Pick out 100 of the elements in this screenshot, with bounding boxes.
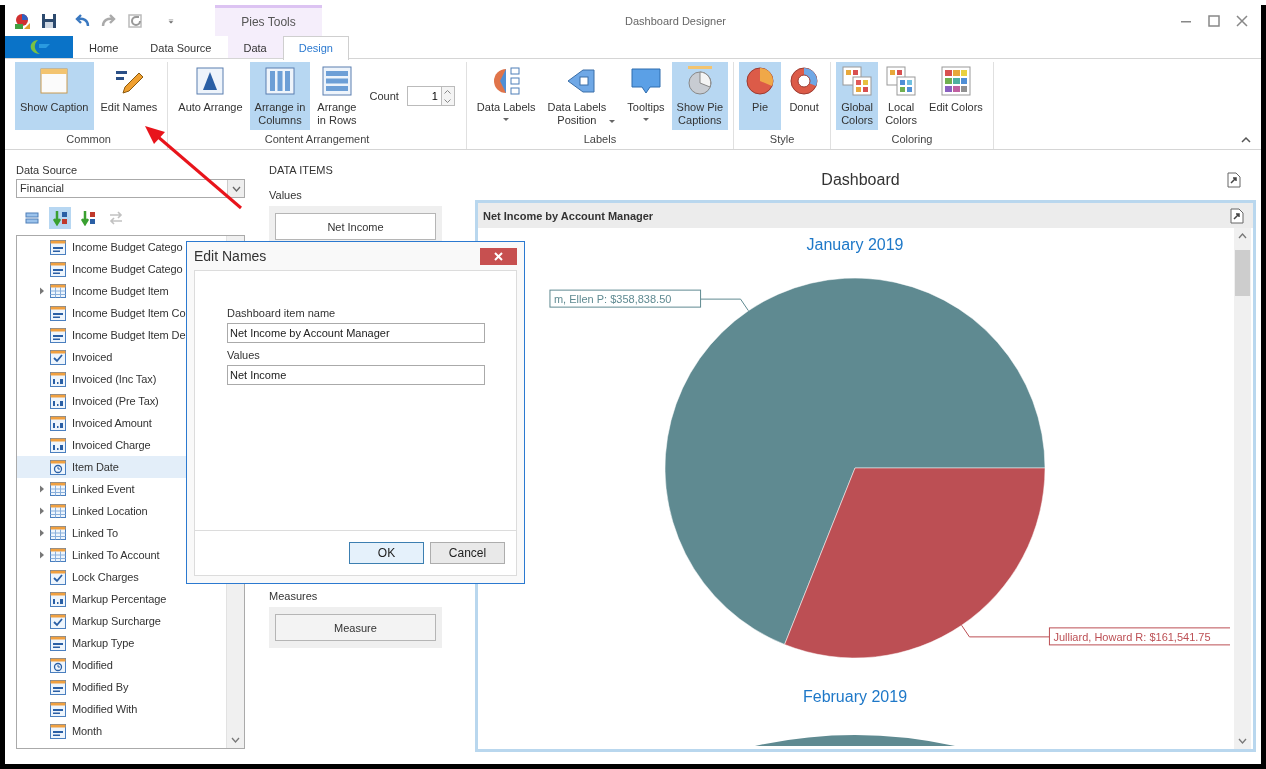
window-title: Dashboard Designer bbox=[624, 14, 727, 27]
data-source-combo[interactable]: Financial bbox=[16, 179, 245, 198]
data-item-button[interactable]: Net Income bbox=[275, 213, 436, 240]
chart-title: February 2019 bbox=[802, 688, 908, 705]
expand-arrow-icon[interactable] bbox=[38, 551, 46, 559]
item-caption: Net Income by Account Manager bbox=[483, 209, 655, 222]
toolbar-button[interactable] bbox=[49, 207, 71, 229]
text-field-icon bbox=[50, 261, 66, 277]
text-field-icon bbox=[50, 327, 66, 343]
ribbon-tab[interactable]: Data bbox=[227, 36, 283, 58]
spin-up-icon[interactable] bbox=[444, 89, 452, 94]
app-menu-button[interactable] bbox=[5, 36, 73, 58]
expand-arrow-icon[interactable] bbox=[38, 529, 46, 537]
section-label: Measures bbox=[269, 590, 319, 602]
data-label: Julliard, Howard R: $161,541.75 bbox=[1048, 627, 1230, 646]
dialog-button[interactable]: OK bbox=[349, 542, 424, 564]
ribbon-button[interactable]: Show Caption bbox=[15, 62, 94, 130]
tree-item[interactable]: Invoiced (Pre Tax) bbox=[17, 390, 226, 412]
ribbon-button[interactable]: Pie bbox=[739, 62, 782, 130]
count-label: Count bbox=[369, 89, 399, 104]
clock-field-icon bbox=[50, 459, 66, 475]
collapse-ribbon-icon[interactable] bbox=[1241, 136, 1251, 143]
number-field-icon bbox=[50, 591, 66, 607]
window-icon bbox=[38, 65, 71, 97]
tree-item[interactable]: Linked Location bbox=[17, 500, 226, 522]
collapse-icon bbox=[24, 210, 40, 226]
ribbon-button[interactable]: Edit Colors bbox=[924, 62, 988, 130]
scrollbar[interactable] bbox=[1234, 228, 1251, 749]
tree-item[interactable]: Invoiced bbox=[17, 346, 226, 368]
tree-item[interactable]: Linked Event bbox=[17, 478, 226, 500]
table-icon bbox=[50, 525, 66, 541]
data-item-button[interactable]: Measure bbox=[275, 614, 436, 641]
tree-item[interactable]: Markup Type bbox=[17, 632, 226, 654]
data-source-label: Data Source bbox=[16, 164, 79, 176]
chevron-down-icon[interactable] bbox=[231, 185, 241, 192]
tree-item[interactable]: Linked To Account bbox=[17, 544, 226, 566]
tree-item[interactable]: Income Budget Item Co bbox=[17, 302, 226, 324]
context-tab-header: Pies Tools bbox=[215, 5, 322, 36]
expand-arrow-icon[interactable] bbox=[38, 507, 46, 515]
tree-item[interactable]: Modified bbox=[17, 654, 226, 676]
maximize-icon[interactable] bbox=[1207, 13, 1221, 28]
text-field-icon bbox=[50, 635, 66, 651]
palette-grid-icon bbox=[939, 65, 972, 97]
ribbon-button[interactable]: Show Pie Captions bbox=[671, 62, 729, 130]
tree-item[interactable]: Invoiced (Inc Tax) bbox=[17, 368, 226, 390]
tree-item[interactable]: Modified By bbox=[17, 676, 226, 698]
data-label: m, Ellen P: $358,838.50 bbox=[553, 293, 672, 306]
export-icon[interactable] bbox=[1226, 172, 1242, 188]
ribbon-button[interactable]: Local Colors bbox=[880, 62, 923, 130]
tree-item[interactable]: Income Budget Item De bbox=[17, 324, 226, 346]
number-field-icon bbox=[50, 371, 66, 387]
ribbon-button[interactable]: Arrange in Columns bbox=[249, 62, 311, 130]
tree-item[interactable]: Lock Charges bbox=[17, 566, 226, 588]
close-button[interactable] bbox=[480, 247, 517, 265]
table-icon bbox=[50, 481, 66, 497]
ribbon-button[interactable]: Donut bbox=[783, 62, 826, 130]
scroll-down-icon[interactable] bbox=[231, 737, 240, 743]
tree-item[interactable]: Markup Surcharge bbox=[17, 610, 226, 632]
ribbon-tab[interactable]: Data Source bbox=[134, 36, 228, 58]
ribbon-button[interactable]: Data Labels bbox=[471, 62, 541, 130]
spin-down-icon[interactable] bbox=[444, 98, 452, 103]
tree-item[interactable]: Income Budget Item bbox=[17, 280, 226, 302]
dashboard-title: Dashboard bbox=[820, 171, 901, 189]
expand-arrow-icon[interactable] bbox=[38, 287, 46, 295]
count-field[interactable]: 1 bbox=[406, 86, 441, 106]
ribbon-button[interactable]: Edit Names bbox=[95, 62, 163, 130]
scroll-down-icon[interactable] bbox=[1238, 738, 1247, 744]
ribbon-button[interactable]: Arrange in Rows bbox=[312, 62, 362, 130]
tree-item[interactable]: Invoiced Amount bbox=[17, 412, 226, 434]
ribbon-button[interactable]: Data Labels Position bbox=[542, 62, 621, 130]
dialog-button[interactable]: Cancel bbox=[430, 542, 505, 564]
text-field[interactable]: Net Income by Account Manager bbox=[227, 323, 485, 343]
export-icon[interactable] bbox=[1229, 207, 1245, 224]
ribbon-button[interactable]: Auto Arrange bbox=[173, 62, 248, 130]
tree-item[interactable]: Markup Percentage bbox=[17, 588, 226, 610]
app-icon[interactable] bbox=[13, 11, 31, 30]
clock-field-icon bbox=[50, 657, 66, 673]
number-field-icon bbox=[50, 415, 66, 431]
ribbon-tab[interactable]: Home bbox=[73, 36, 135, 58]
tree-item[interactable]: Linked To bbox=[17, 522, 226, 544]
save-icon[interactable] bbox=[40, 11, 58, 30]
field-label: Values bbox=[227, 349, 261, 361]
close-icon[interactable] bbox=[1235, 13, 1249, 28]
number-field-icon bbox=[50, 437, 66, 453]
ribbon-tab[interactable]: Design bbox=[282, 36, 349, 60]
ribbon-button[interactable]: Tooltips bbox=[622, 62, 670, 130]
refresh-icon[interactable] bbox=[127, 11, 145, 30]
leader-line bbox=[700, 298, 749, 312]
text-field[interactable]: Net Income bbox=[227, 365, 485, 385]
group-label: Content Arrangement bbox=[263, 132, 371, 147]
ribbon-button[interactable]: Global Colors bbox=[836, 62, 879, 130]
tree-item[interactable]: Invoiced Charge bbox=[17, 434, 226, 456]
chart-title: January 2019 bbox=[806, 236, 904, 253]
scroll-thumb[interactable] bbox=[1235, 250, 1250, 296]
expand-arrow-icon[interactable] bbox=[38, 485, 46, 493]
tree-item[interactable]: Modified With bbox=[17, 698, 226, 720]
scroll-up-icon[interactable] bbox=[1238, 233, 1247, 239]
swap-arrows-icon bbox=[108, 210, 124, 226]
checkbox-field-icon bbox=[50, 349, 66, 365]
tree-item[interactable]: Month bbox=[17, 720, 226, 742]
